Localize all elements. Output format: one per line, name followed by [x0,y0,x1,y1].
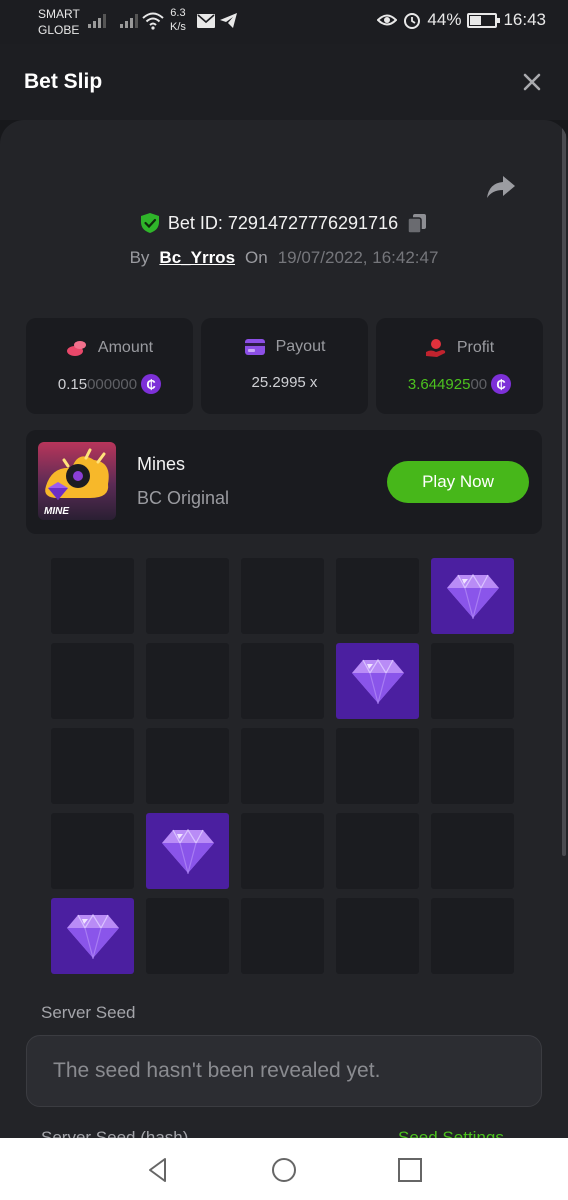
gem-icon [66,913,119,959]
system-nav-bar [0,1138,568,1200]
board-tile [431,813,514,889]
game-card: MINE Mines BC Original Play Now [26,430,542,534]
net-speed: 6.3 K/s [170,7,186,33]
board-tile [336,813,419,889]
clock: 16:43 [503,10,546,29]
board-tile [146,898,229,974]
server-seed-label: Server Seed [41,1003,136,1022]
board-tile [146,728,229,804]
coin-icon: ₵ [141,374,162,394]
profit-label: Profit [456,339,495,356]
board-tile [241,728,324,804]
share-icon[interactable] [486,174,516,200]
bet-id: Bet ID: 72914727776291716 [167,212,399,233]
recents-icon[interactable] [396,1156,424,1184]
board-tile [51,728,134,804]
carrier-label: SMART GLOBE [38,7,80,37]
card-icon [244,339,265,355]
eye-icon [377,14,398,26]
game-thumbnail[interactable]: MINE [38,442,116,520]
server-seed-field[interactable]: The seed hasn't been revealed yet. [26,1035,542,1107]
signal-icon [120,12,138,28]
alarm-icon [404,13,421,29]
header: Bet Slip [0,44,568,120]
board-tile [336,898,419,974]
close-icon[interactable] [520,70,544,94]
mines-game-image: MINE [38,442,116,520]
wifi-icon [142,12,164,30]
mines-board [51,558,514,974]
board-tile [431,898,514,974]
amount-label: Amount [97,339,154,356]
board-tile [431,728,514,804]
profit-hand-icon [425,339,446,357]
payout-value: 25.2995 x [251,374,318,391]
profit-value: 3.64492500 ₵ [376,374,543,394]
board-tile-gem [51,898,134,974]
stats-row: Amount 0.15000000 ₵ Payout 25.2995 x Pro… [26,318,543,414]
copy-icon[interactable] [406,212,428,234]
mail-icon [197,14,215,28]
game-subtitle: BC Original [137,488,230,508]
home-icon[interactable] [270,1156,298,1184]
game-name: Mines [137,454,186,474]
board-tile-gem [431,558,514,634]
board-tile [51,813,134,889]
back-icon[interactable] [144,1156,172,1184]
status-right: 44% 16:43 [377,10,546,30]
status-bar: SMART GLOBE 6.3 K/s 44% 16:43 [0,0,568,44]
board-tile-gem [336,643,419,719]
bet-datetime: 19/07/2022, 16:42:47 [277,248,439,267]
page-title: Bet Slip [24,70,103,93]
by-label: By [129,248,150,267]
telegram-icon [220,13,237,28]
gem-icon [161,828,214,874]
payout-label: Payout [275,338,326,355]
board-tile [241,898,324,974]
board-tile [336,728,419,804]
board-tile [51,558,134,634]
bet-slip-panel: Bet ID: 72914727776291716 By Bc_Yrros On… [0,120,568,1140]
board-tile-gem [146,813,229,889]
board-tile [146,558,229,634]
coin-icon: ₵ [491,374,512,394]
signal-icon [88,12,106,28]
game-thumb-label: MINE [44,506,69,517]
play-now-button[interactable]: Play Now [387,461,529,503]
payout-card: Payout 25.2995 x [201,318,368,414]
gem-icon [351,658,404,704]
amount-value: 0.15000000 ₵ [26,374,193,394]
board-tile [336,558,419,634]
board-tile [241,813,324,889]
board-tile [51,643,134,719]
board-tile [241,643,324,719]
profit-card: Profit 3.64492500 ₵ [376,318,543,414]
on-label: On [245,248,268,267]
gem-icon [446,573,499,619]
bet-id-row: Bet ID: 72914727776291716 [0,212,568,234]
bet-meta-row: By Bc_Yrros On 19/07/2022, 16:42:47 [0,248,568,268]
board-tile [431,643,514,719]
board-tile [241,558,324,634]
coins-icon [66,341,86,356]
shield-check-icon [140,213,159,233]
battery-icon [467,12,501,28]
amount-card: Amount 0.15000000 ₵ [26,318,193,414]
battery-percent: 44% [427,10,462,29]
username-link[interactable]: Bc_Yrros [159,248,235,268]
board-tile [146,643,229,719]
